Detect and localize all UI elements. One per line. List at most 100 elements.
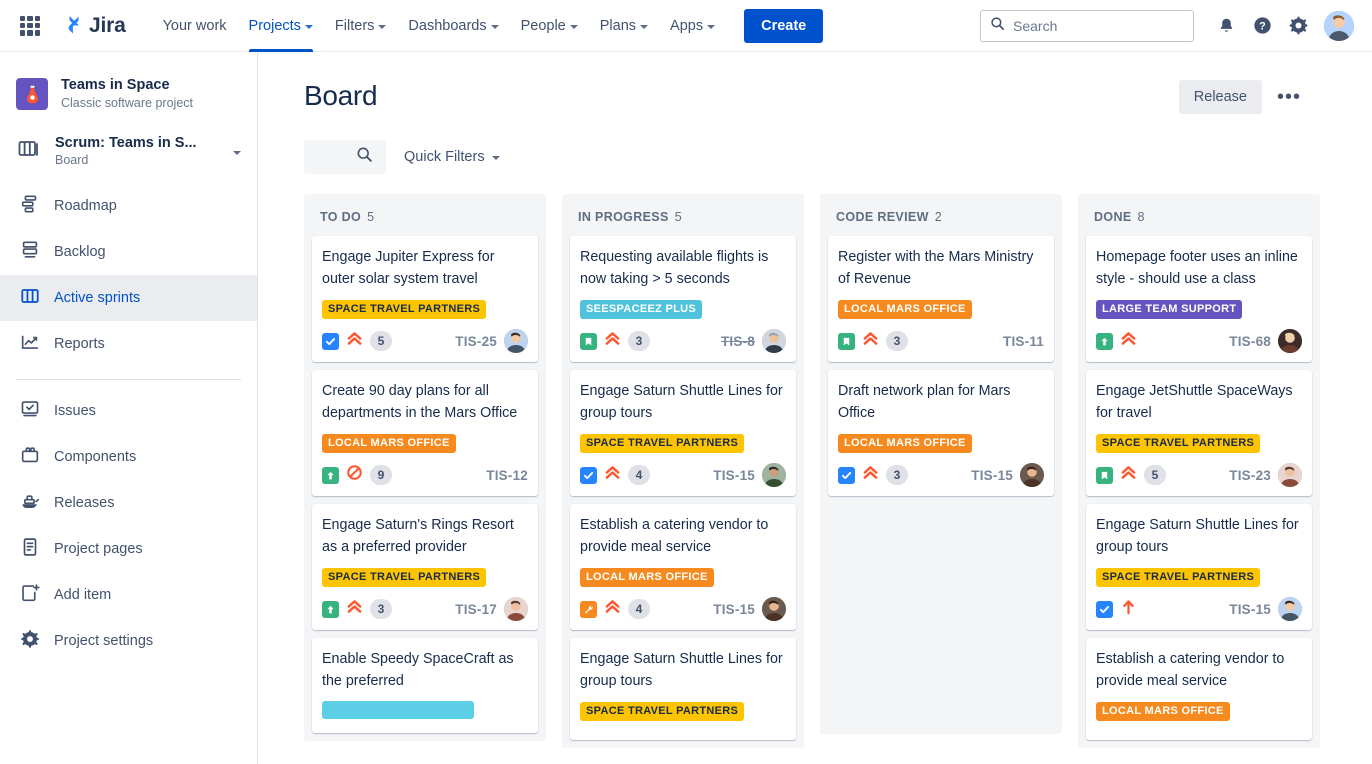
assignee-avatar[interactable] <box>762 329 786 353</box>
issue-card[interactable]: Requesting available flights is now taki… <box>570 236 796 362</box>
issue-card[interactable]: Engage Saturn's Rings Resort as a prefer… <box>312 504 538 630</box>
sidebar-item-issues[interactable]: Issues <box>0 388 257 434</box>
issue-key[interactable]: TIS-23 <box>1229 468 1271 483</box>
nav-dashboards[interactable]: Dashboards <box>397 0 509 52</box>
assignee-avatar[interactable] <box>504 597 528 621</box>
issue-key[interactable]: TIS-25 <box>455 334 497 349</box>
board-info: Scrum: Teams in S... Board <box>55 134 233 169</box>
nav-label: Dashboards <box>408 18 486 34</box>
chevron-down-icon <box>640 25 648 29</box>
create-button[interactable]: Create <box>744 9 823 43</box>
board-toolbar: Quick Filters <box>258 114 1372 174</box>
issue-card[interactable]: Engage Saturn Shuttle Lines for group to… <box>1086 504 1312 630</box>
board-search-input[interactable] <box>304 140 386 174</box>
sidebar-item-reports[interactable]: Reports <box>0 321 257 367</box>
issue-key[interactable]: TIS-15 <box>1229 602 1271 617</box>
issue-card[interactable]: Homepage footer uses an inline style - s… <box>1086 236 1312 362</box>
issue-title: Establish a catering vendor to provide m… <box>580 515 786 558</box>
sidebar-item-active-sprints[interactable]: Active sprints <box>0 275 257 321</box>
assignee-avatar[interactable] <box>504 329 528 353</box>
release-button[interactable]: Release <box>1179 80 1262 114</box>
column-name: DONE <box>1094 210 1132 224</box>
issue-card[interactable]: Engage Saturn Shuttle Lines for group to… <box>570 370 796 496</box>
issue-card[interactable]: Establish a catering vendor to provide m… <box>1086 638 1312 740</box>
highest-priority-icon <box>862 464 879 486</box>
global-search-box[interactable] <box>980 10 1194 42</box>
assignee-avatar[interactable] <box>1278 597 1302 621</box>
issue-key[interactable]: TIS-12 <box>486 468 528 483</box>
issue-title: Requesting available flights is now taki… <box>580 247 786 290</box>
sidebar-item-add-item[interactable]: Add item <box>0 572 257 618</box>
more-actions-button[interactable]: ••• <box>1268 82 1310 112</box>
story-type-icon <box>1096 467 1113 484</box>
roadmap-icon <box>19 193 41 220</box>
sidebar-item-project-settings[interactable]: Project settings <box>0 618 257 664</box>
nav-projects[interactable]: Projects <box>238 0 324 52</box>
sidebar-item-backlog[interactable]: Backlog <box>0 229 257 275</box>
task-type-icon <box>322 333 339 350</box>
issue-title: Register with the Mars Ministry of Reven… <box>838 247 1044 290</box>
issue-label: SPACE TRAVEL PARTNERS <box>1096 568 1260 587</box>
issue-card[interactable]: Engage Saturn Shuttle Lines for group to… <box>570 638 796 740</box>
nav-apps[interactable]: Apps <box>659 0 726 52</box>
nav-people[interactable]: People <box>510 0 589 52</box>
issue-title: Engage Saturn Shuttle Lines for group to… <box>1096 515 1302 558</box>
issue-key[interactable]: TIS-15 <box>713 468 755 483</box>
issue-card[interactable]: Create 90 day plans for all departments … <box>312 370 538 496</box>
sidebar-item-releases[interactable]: Releases <box>0 480 257 526</box>
sidebar-divider <box>16 379 241 380</box>
global-search-input[interactable] <box>1013 18 1184 34</box>
column-name: TO DO <box>320 210 361 224</box>
issue-key[interactable]: TIS-17 <box>455 602 497 617</box>
assignee-avatar[interactable] <box>1278 329 1302 353</box>
brand-name: Jira <box>89 14 126 38</box>
assignee-avatar[interactable] <box>1278 463 1302 487</box>
nav-filters[interactable]: Filters <box>324 0 397 52</box>
issue-label: LOCAL MARS OFFICE <box>322 434 456 453</box>
issue-key[interactable]: TIS-8 <box>721 334 755 349</box>
issue-key[interactable]: TIS-11 <box>1003 334 1044 349</box>
story-point-estimate: 3 <box>886 465 908 485</box>
quick-filters-dropdown[interactable]: Quick Filters <box>394 141 510 173</box>
issue-key[interactable]: TIS-68 <box>1229 334 1271 349</box>
issue-card-footer: 9TIS-12 <box>322 463 528 487</box>
story-point-estimate: 3 <box>628 331 650 351</box>
issue-title: Draft network plan for Mars Office <box>838 381 1044 424</box>
story-point-estimate: 4 <box>628 599 650 619</box>
assignee-avatar[interactable] <box>762 463 786 487</box>
chevron-down-icon[interactable] <box>233 151 241 155</box>
sidebar-item-project-pages[interactable]: Project pages <box>0 526 257 572</box>
sidebar-item-label: Active sprints <box>54 290 140 306</box>
issue-card[interactable]: Enable Speedy SpaceCraft as the preferre… <box>312 638 538 733</box>
sidebar-item-components[interactable]: Components <box>0 434 257 480</box>
story-point-estimate: 3 <box>886 331 908 351</box>
settings-icon[interactable] <box>1282 10 1314 42</box>
issues-icon <box>19 398 41 425</box>
profile-avatar[interactable] <box>1324 11 1354 41</box>
board-type: Board <box>55 152 233 169</box>
nav-label: Your work <box>163 18 227 34</box>
nav-your-work[interactable]: Your work <box>152 0 238 52</box>
sidebar-item-roadmap[interactable]: Roadmap <box>0 183 257 229</box>
page-title: Board <box>304 80 377 112</box>
issue-label: SEESPACEEZ PLUS <box>580 300 702 319</box>
project-header[interactable]: Teams in Space Classic software project <box>0 52 257 120</box>
issue-card[interactable]: Draft network plan for Mars OfficeLOCAL … <box>828 370 1054 496</box>
issue-key[interactable]: TIS-15 <box>971 468 1013 483</box>
issue-card[interactable]: Register with the Mars Ministry of Reven… <box>828 236 1054 362</box>
issue-key[interactable]: TIS-15 <box>713 602 755 617</box>
issue-card[interactable]: Establish a catering vendor to provide m… <box>570 504 796 630</box>
issue-label: LARGE TEAM SUPPORT <box>1096 300 1242 319</box>
issue-card[interactable]: Engage JetShuttle SpaceWays for travelSP… <box>1086 370 1312 496</box>
assignee-avatar[interactable] <box>762 597 786 621</box>
nav-plans[interactable]: Plans <box>589 0 659 52</box>
chevron-down-icon <box>707 25 715 29</box>
help-icon[interactable]: ? <box>1246 10 1278 42</box>
story-type-icon <box>838 333 855 350</box>
jira-home-link[interactable]: Jira <box>58 14 126 38</box>
board-selector[interactable]: Scrum: Teams in S... Board <box>0 120 257 183</box>
app-switcher-icon[interactable] <box>18 14 42 38</box>
assignee-avatar[interactable] <box>1020 463 1044 487</box>
notifications-icon[interactable] <box>1210 10 1242 42</box>
issue-card[interactable]: Engage Jupiter Express for outer solar s… <box>312 236 538 362</box>
